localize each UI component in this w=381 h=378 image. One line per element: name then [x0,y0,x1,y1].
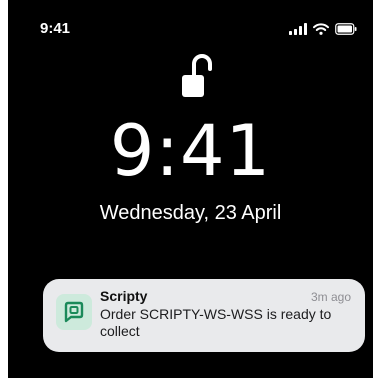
unlocked-padlock-icon [182,52,214,100]
lock-screen: 9:41 9:41 Wednesday, 23 April Scripty 3m… [8,0,373,378]
notification-card[interactable]: Scripty 3m ago Order SCRIPTY-WS-WSS is r… [43,279,365,352]
lock-screen-time: 9:41 [109,110,272,192]
status-bar-icons [289,22,357,40]
status-bar-time: 9:41 [40,20,71,37]
scripty-app-icon [56,294,92,330]
wifi-icon [313,22,329,40]
battery-icon [335,22,357,40]
lock-screen-date: Wednesday, 23 April [99,202,282,224]
notification-app-name: Scripty [100,288,148,304]
notification-message: Order SCRIPTY-WS-WSS is ready to collect [100,306,332,339]
notification-timestamp: 3m ago [310,290,351,304]
signal-icon [289,22,307,40]
